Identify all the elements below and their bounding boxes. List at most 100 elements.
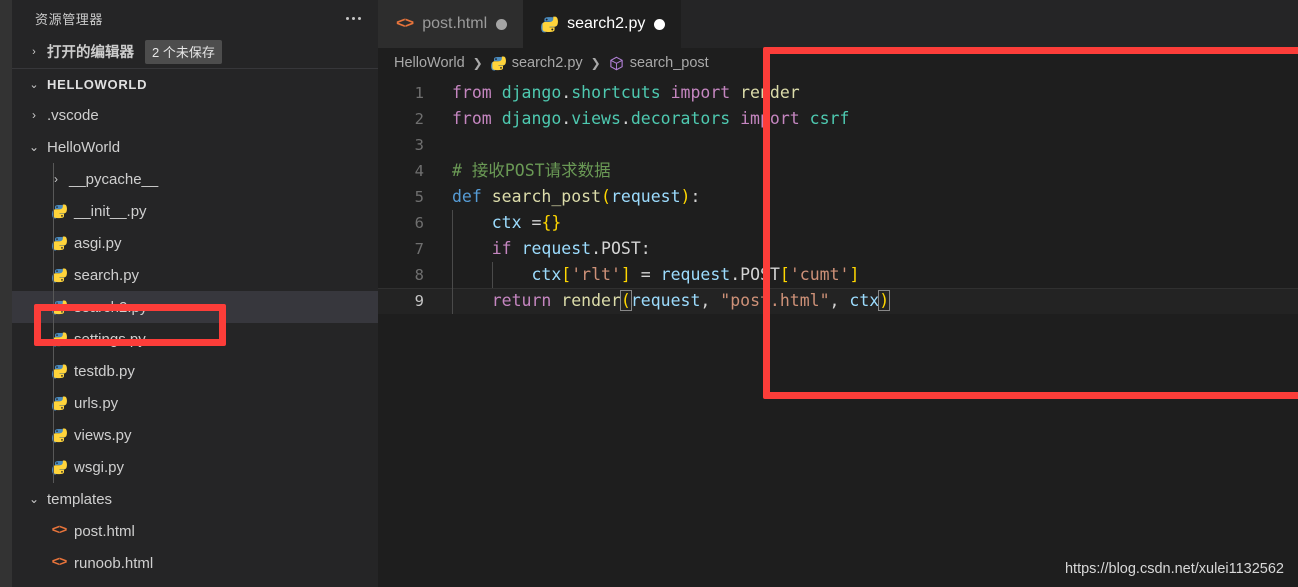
tree-item-label: .vscode	[47, 106, 99, 124]
tree-item--pycache-[interactable]: › __pycache__	[12, 163, 378, 195]
breadcrumb-item-search2-py[interactable]: search2.py	[489, 55, 585, 71]
code-line[interactable]: 9 return render(request, "post.html", ct…	[378, 288, 1298, 314]
editor-scrollbar[interactable]	[1284, 78, 1298, 587]
html-file-icon: <>	[51, 523, 68, 539]
file-icon-slot	[48, 268, 70, 283]
code-token: .	[730, 265, 741, 284]
code-token: import	[670, 83, 731, 102]
code-line[interactable]: 3	[378, 132, 1298, 158]
breadcrumb-item-label: search2.py	[511, 55, 583, 71]
code-token: # 接收POST请求数据	[452, 161, 611, 180]
tree-item--vscode[interactable]: › .vscode	[12, 99, 378, 131]
code-token: request	[630, 291, 701, 310]
symbol-method-icon	[610, 56, 623, 70]
code-line[interactable]: 1 from django.shortcuts import render	[378, 80, 1298, 106]
tree-item-search2-py[interactable]: search2.py	[12, 291, 378, 323]
code-token: ctx	[849, 291, 880, 310]
workspace-root-row[interactable]: ⌄ HELLOWORLD	[12, 69, 378, 99]
code-line[interactable]: 6 ctx ={}	[378, 210, 1298, 236]
code-indent-guide	[452, 210, 453, 314]
code-token: .	[561, 83, 572, 102]
line-number: 1	[414, 84, 424, 102]
breadcrumb-item-label: search_post	[629, 55, 709, 71]
activity-bar[interactable]	[0, 0, 12, 587]
tree-item-label: views.py	[74, 426, 132, 444]
code-line[interactable]: 7 if request.POST:	[378, 236, 1298, 262]
code-token: (	[619, 290, 632, 311]
tree-item-label: templates	[47, 490, 113, 508]
code-token: decorators	[630, 109, 731, 128]
code-line-text: return render(request, "post.html", ctx)	[440, 288, 891, 314]
tree-item-label: runoob.html	[74, 554, 154, 572]
code-line[interactable]: 4 # 接收POST请求数据	[378, 158, 1298, 184]
tree-item-label: asgi.py	[74, 234, 122, 252]
chevron-down-icon: ⌄	[29, 78, 39, 91]
workspace-root-label: HELLOWORLD	[47, 76, 148, 92]
breadcrumb-item-helloworld[interactable]: HelloWorld	[392, 55, 467, 71]
tree-item-label: search2.py	[74, 298, 148, 316]
line-number: 4	[414, 162, 424, 180]
html-file-icon: <>	[51, 555, 68, 571]
tree-item-settings-py[interactable]: settings.py	[12, 323, 378, 355]
tab-post-html[interactable]: <> post.html	[378, 0, 524, 48]
tree-item-testdb-py[interactable]: testdb.py	[12, 355, 378, 387]
unsaved-indicator-dot[interactable]	[654, 18, 666, 30]
tree-item-templates[interactable]: ⌄ templates	[12, 483, 378, 515]
code-line[interactable]: 5 def search_post(request):	[378, 184, 1298, 210]
tree-item--init-py[interactable]: __init__.py	[12, 195, 378, 227]
open-editors-section[interactable]: › 打开的编辑器 2 个未保存	[12, 37, 378, 66]
tree-item-post-html[interactable]: <> post.html	[12, 515, 378, 547]
chevron-down-icon: ⌄	[28, 492, 40, 506]
file-tree: › .vscode ⌄ HelloWorld › __pycache__ __init__.…	[12, 99, 378, 579]
code-token: views	[571, 109, 621, 128]
tree-item-search-py[interactable]: search.py	[12, 259, 378, 291]
tab-search2-py[interactable]: search2.py	[523, 0, 682, 48]
code-editor[interactable]: 1 from django.shortcuts import render 2 fro…	[378, 78, 1298, 587]
python-file-icon	[541, 16, 559, 32]
tree-item-views-py[interactable]: views.py	[12, 419, 378, 451]
code-token: render	[740, 83, 800, 102]
code-token: return	[491, 291, 552, 310]
tree-item-label: testdb.py	[74, 362, 135, 380]
line-number: 3	[414, 136, 424, 154]
tree-item-urls-py[interactable]: urls.py	[12, 387, 378, 419]
breadcrumb-item-search-post[interactable]: search_post	[607, 55, 711, 71]
code-token: [	[779, 265, 790, 284]
code-token: .	[620, 109, 631, 128]
chevron-right-icon: ›	[32, 45, 36, 58]
tree-item-asgi-py[interactable]: asgi.py	[12, 227, 378, 259]
code-line[interactable]: 8 ctx['rlt'] = request.POST['cumt']	[378, 262, 1298, 288]
code-token: .	[591, 239, 602, 258]
code-line[interactable]: 2 from django.views.decorators import csr…	[378, 106, 1298, 132]
editor-group: <> post.html search2.py HelloWorld ❯ search2…	[378, 0, 1298, 587]
breadcrumb: HelloWorld ❯ search2.py ❯ search_post	[378, 48, 1298, 78]
python-file-icon	[541, 16, 559, 33]
code-token: (	[601, 187, 611, 206]
file-icon-slot: <>	[48, 523, 70, 539]
code-token: 'cumt'	[789, 265, 850, 284]
code-token: [	[561, 265, 572, 284]
code-token: )	[878, 290, 891, 311]
page-title: 资源管理器	[35, 12, 104, 27]
tree-item-wsgi-py[interactable]: wsgi.py	[12, 451, 378, 483]
unsaved-indicator-dot[interactable]	[496, 18, 508, 30]
tree-item-helloworld[interactable]: ⌄ HelloWorld	[12, 131, 378, 163]
code-line-text: if request.POST:	[440, 236, 651, 262]
code-token: request	[610, 187, 681, 206]
line-number: 2	[414, 110, 424, 128]
code-token: }	[551, 213, 562, 232]
breadcrumb-item-label: HelloWorld	[394, 55, 465, 71]
code-token: :	[690, 187, 701, 206]
editor-tab-bar: <> post.html search2.py	[378, 0, 1298, 48]
ellipsis-icon[interactable]	[343, 13, 364, 24]
file-icon-slot	[48, 332, 70, 347]
tree-item-runoob-html[interactable]: <> runoob.html	[12, 547, 378, 579]
chevron-right-icon: ›	[54, 172, 58, 186]
code-line-text: from django.shortcuts import render	[440, 80, 800, 106]
